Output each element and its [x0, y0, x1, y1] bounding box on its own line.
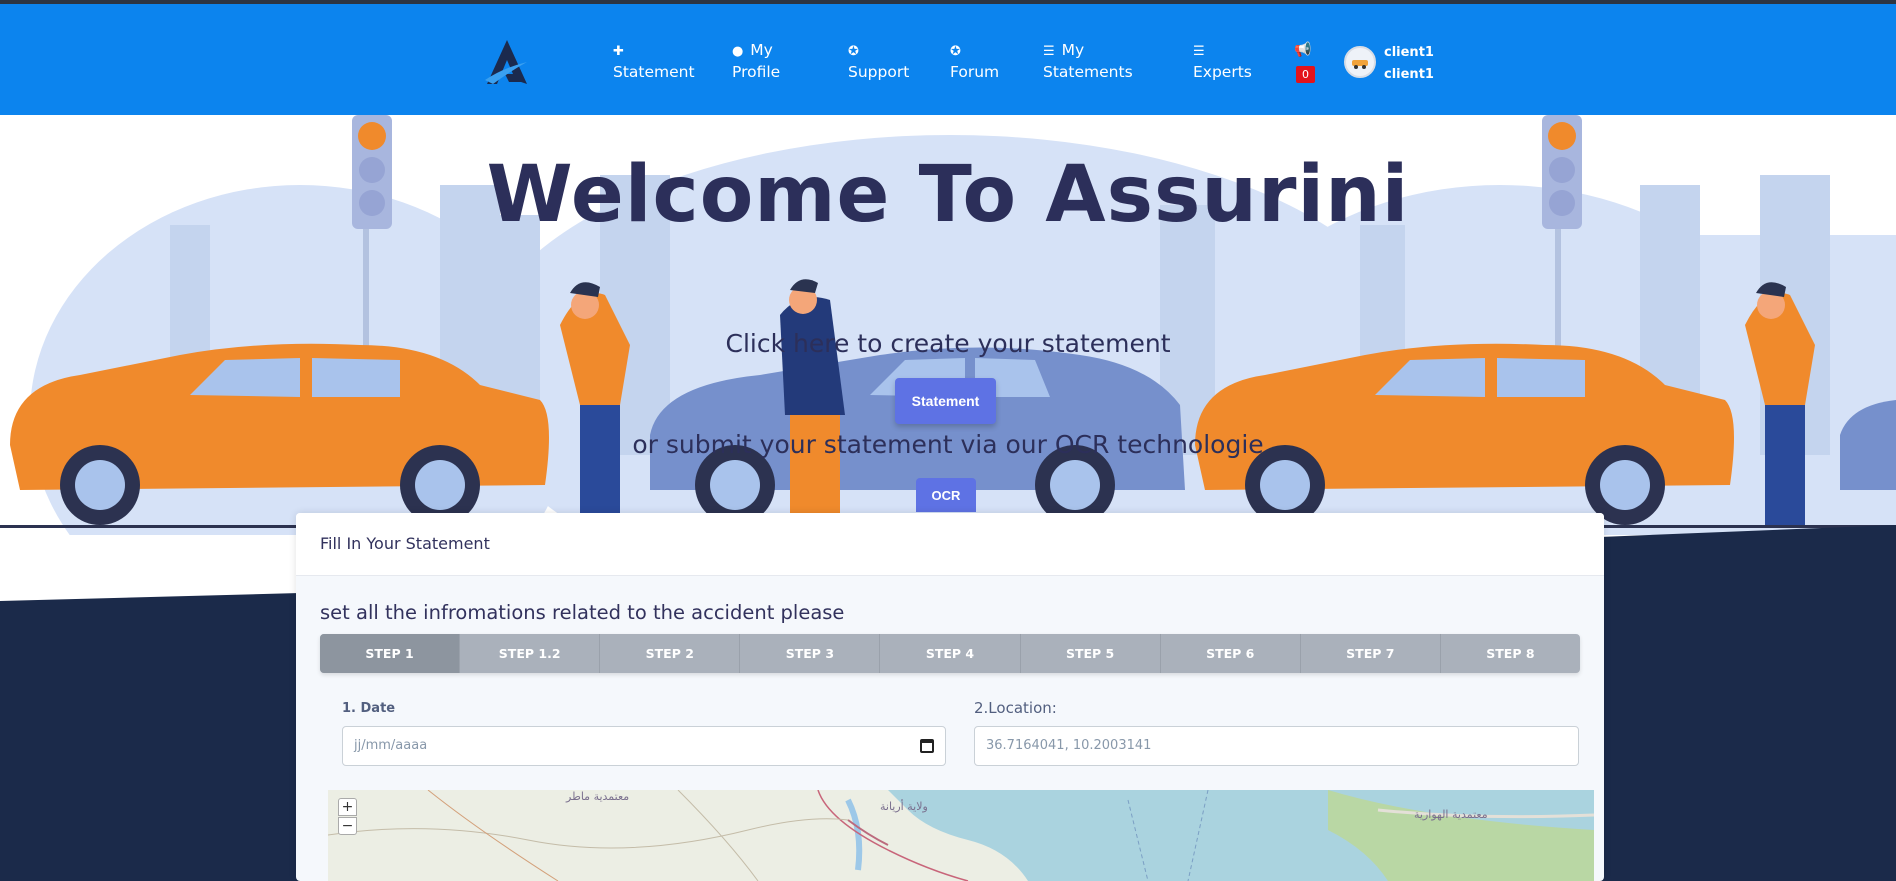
create-statement-button[interactable]: Statement	[895, 378, 996, 424]
lifebuoy-icon: ✪	[950, 44, 961, 59]
statement-card: Fill In Your Statement set all the infro…	[296, 513, 1604, 881]
location-field[interactable]: 36.7164041, 10.2003141	[974, 726, 1579, 766]
tab-step-5[interactable]: STEP 5	[1021, 634, 1161, 673]
location-label: 2.Location:	[974, 699, 1057, 717]
tab-step-8[interactable]: STEP 8	[1441, 634, 1580, 673]
nav-experts-label: Experts	[1193, 63, 1252, 81]
nav-statement-label: Statement	[613, 63, 695, 81]
user-name[interactable]: client1	[1384, 45, 1434, 60]
date-placeholder: jj/mm/aaaa	[354, 738, 428, 753]
ocr-text: or submit your statement via our OCR tec…	[632, 430, 1264, 459]
tab-step-2[interactable]: STEP 2	[600, 634, 741, 673]
zoom-out-button[interactable]: −	[338, 817, 357, 835]
map-place-label: معتمدية ماطر	[566, 790, 630, 803]
create-statement-text: Click here to create your statement	[725, 329, 1171, 358]
step-tabs: STEP 1 STEP 1.2 STEP 2 STEP 3 STEP 4 STE…	[320, 634, 1580, 673]
user-circle-icon: ●	[732, 44, 744, 59]
nav-my-profile-label-line1: My	[750, 41, 773, 59]
nav-my-profile-label-line2: Profile	[732, 63, 781, 81]
map-tiles	[328, 790, 1594, 881]
nav-my-profile[interactable]: ● My Profile	[732, 40, 780, 83]
tab-step-3[interactable]: STEP 3	[740, 634, 881, 673]
megaphone-icon[interactable]: 📢	[1294, 42, 1311, 58]
tab-step-6[interactable]: STEP 6	[1161, 634, 1301, 673]
notification-count-badge: 0	[1296, 66, 1315, 83]
lifebuoy-icon: ✪	[848, 44, 859, 59]
page-title: Welcome To Assurini	[486, 150, 1410, 240]
map-place-label: ولاية أريانة	[880, 800, 928, 813]
navbar: ✚ Statement ● My Profile ✪ Support ✪ For…	[0, 4, 1896, 115]
date-field[interactable]: jj/mm/aaaa	[342, 726, 946, 766]
nav-support[interactable]: ✪ Support	[848, 40, 909, 83]
brand-logo[interactable]	[483, 38, 531, 86]
map-place-label: معتمدية الهوارية	[1414, 808, 1488, 821]
nav-statement[interactable]: ✚ Statement	[613, 40, 695, 83]
user-role[interactable]: client1	[1384, 67, 1434, 82]
tab-step-1[interactable]: STEP 1	[320, 634, 461, 673]
card-header: Fill In Your Statement	[296, 513, 1604, 576]
nav-my-statements[interactable]: ☰ My Statements	[1043, 40, 1133, 83]
tab-step-4[interactable]: STEP 4	[880, 634, 1021, 673]
avatar[interactable]	[1344, 46, 1376, 78]
location-value: 36.7164041, 10.2003141	[986, 738, 1152, 753]
nav-my-statements-label-line1: My	[1061, 41, 1085, 59]
calendar-icon[interactable]	[920, 739, 934, 753]
location-map[interactable]: + − معتمدية ماطر ولاية أريانة معتمدية ال…	[328, 790, 1594, 881]
date-label: 1. Date	[342, 701, 396, 716]
tab-step-1-2[interactable]: STEP 1.2	[460, 634, 601, 673]
nav-my-statements-label-line2: Statements	[1043, 63, 1133, 81]
ocr-button[interactable]: OCR	[916, 478, 976, 512]
plus-icon: ✚	[613, 44, 624, 59]
zoom-in-button[interactable]: +	[338, 798, 357, 816]
nav-experts[interactable]: ☰ Experts	[1193, 40, 1252, 83]
tab-step-7[interactable]: STEP 7	[1301, 634, 1441, 673]
nav-forum-label: Forum	[950, 63, 1000, 81]
list-icon: ☰	[1043, 44, 1055, 59]
card-subtitle: set all the infromations related to the …	[320, 601, 845, 624]
nav-support-label: Support	[848, 63, 910, 81]
list-icon: ☰	[1193, 44, 1205, 59]
car-avatar-icon	[1352, 60, 1368, 69]
nav-forum[interactable]: ✪ Forum	[950, 40, 999, 83]
